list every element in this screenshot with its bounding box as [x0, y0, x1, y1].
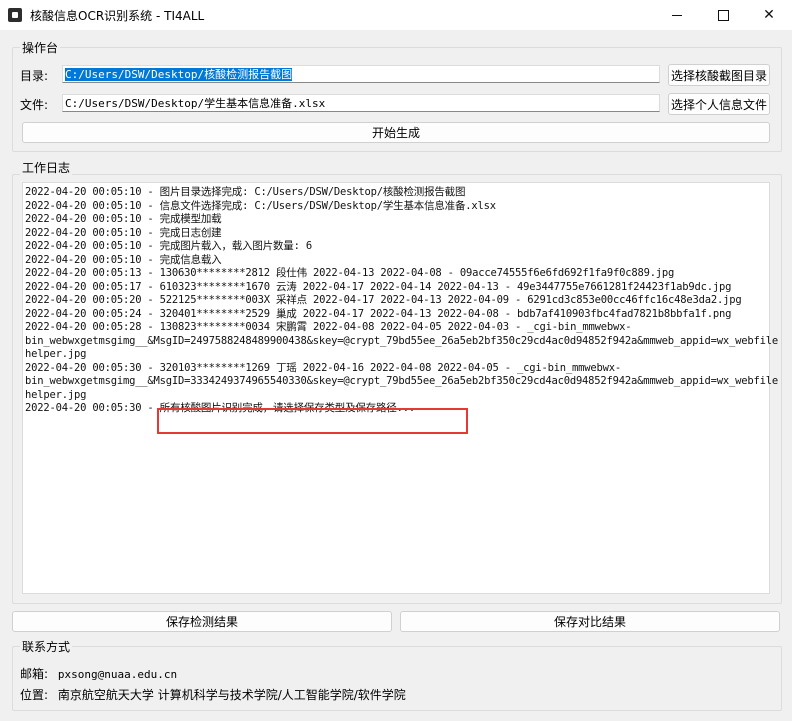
title-bar: 核酸信息OCR识别系统 - TI4ALL ✕ — [0, 0, 792, 30]
start-button[interactable]: 开始生成 — [22, 122, 770, 143]
log-title: 工作日志 — [20, 159, 73, 176]
app-icon — [8, 8, 22, 22]
log-line: 2022-04-20 00:05:30 - 320103********1269… — [25, 361, 622, 374]
select-dir-button[interactable]: 选择核酸截图目录 — [668, 64, 770, 86]
file-label: 文件: — [20, 98, 49, 112]
highlight-box — [157, 408, 468, 434]
contact-title: 联系方式 — [20, 638, 73, 655]
log-line: 2022-04-20 00:05:28 - 130823********0034… — [25, 321, 632, 333]
log-line: 2022-04-20 00:05:10 - 完成图片载入，载入图片数量: 6 — [25, 240, 312, 252]
minimize-button[interactable] — [654, 0, 700, 30]
log-line: 2022-04-20 00:05:24 - 320401********2529… — [25, 307, 732, 320]
control-panel-title: 操作台 — [20, 39, 61, 56]
dir-input-value: C:/Users/DSW/Desktop/核酸检测报告截图 — [65, 68, 293, 81]
location-row: 位置: 南京航空航天大学 计算机科学与技术学院/人工智能学院/软件学院 — [20, 686, 406, 703]
email-label: 邮箱: — [20, 667, 49, 681]
log-line: 2022-04-20 00:05:10 - 图片目录选择完成: C:/Users… — [25, 186, 466, 198]
log-line: 2022-04-20 00:05:13 - 130630********2812… — [25, 267, 675, 279]
location-value: 南京航空航天大学 计算机科学与技术学院/人工智能学院/软件学院 — [57, 688, 406, 702]
log-line: 2022-04-20 00:05:17 - 610323********1670… — [25, 280, 732, 293]
log-textarea[interactable]: 2022-04-20 00:05:10 - 图片目录选择完成: C:/Users… — [22, 182, 778, 594]
log-line: bin_webwxgetmsgimg__&MsgID=3334249374965… — [25, 375, 778, 387]
email-value: pxsong@nuaa.edu.cn — [57, 668, 178, 681]
log-line: 2022-04-20 00:05:20 - 522125********003X… — [25, 294, 742, 306]
email-row: 邮箱: pxsong@nuaa.edu.cn — [20, 665, 177, 682]
maximize-icon — [717, 9, 729, 21]
log-line: 2022-04-20 00:05:10 - 完成模型加载 — [25, 213, 222, 225]
maximize-button[interactable] — [700, 0, 746, 30]
file-input[interactable]: C:/Users/DSW/Desktop/学生基本信息准备.xlsx — [62, 94, 660, 112]
log-line: bin_webwxgetmsgimg__&MsgID=2497588248489… — [25, 334, 778, 347]
log-line: helper.jpg — [25, 348, 87, 360]
file-input-value: C:/Users/DSW/Desktop/学生基本信息准备.xlsx — [65, 97, 326, 110]
close-button[interactable]: ✕ — [746, 0, 792, 30]
save-detect-button[interactable]: 保存检测结果 — [12, 611, 392, 632]
log-line: 2022-04-20 00:05:10 - 完成信息载入 — [25, 253, 222, 266]
close-icon: ✕ — [763, 7, 775, 23]
log-line: 2022-04-20 00:05:10 - 信息文件选择完成: C:/Users… — [25, 199, 496, 212]
dir-input[interactable]: C:/Users/DSW/Desktop/核酸检测报告截图 — [62, 65, 660, 83]
dir-label: 目录: — [20, 69, 49, 83]
log-line: 2022-04-20 00:05:10 - 完成日志创建 — [25, 226, 222, 239]
log-line: helper.jpg — [25, 388, 87, 401]
window-title: 核酸信息OCR识别系统 - TI4ALL — [30, 9, 205, 23]
location-label: 位置: — [20, 688, 49, 702]
save-compare-button[interactable]: 保存对比结果 — [400, 611, 780, 632]
select-file-button[interactable]: 选择个人信息文件 — [668, 93, 770, 115]
minimize-icon — [672, 14, 682, 16]
